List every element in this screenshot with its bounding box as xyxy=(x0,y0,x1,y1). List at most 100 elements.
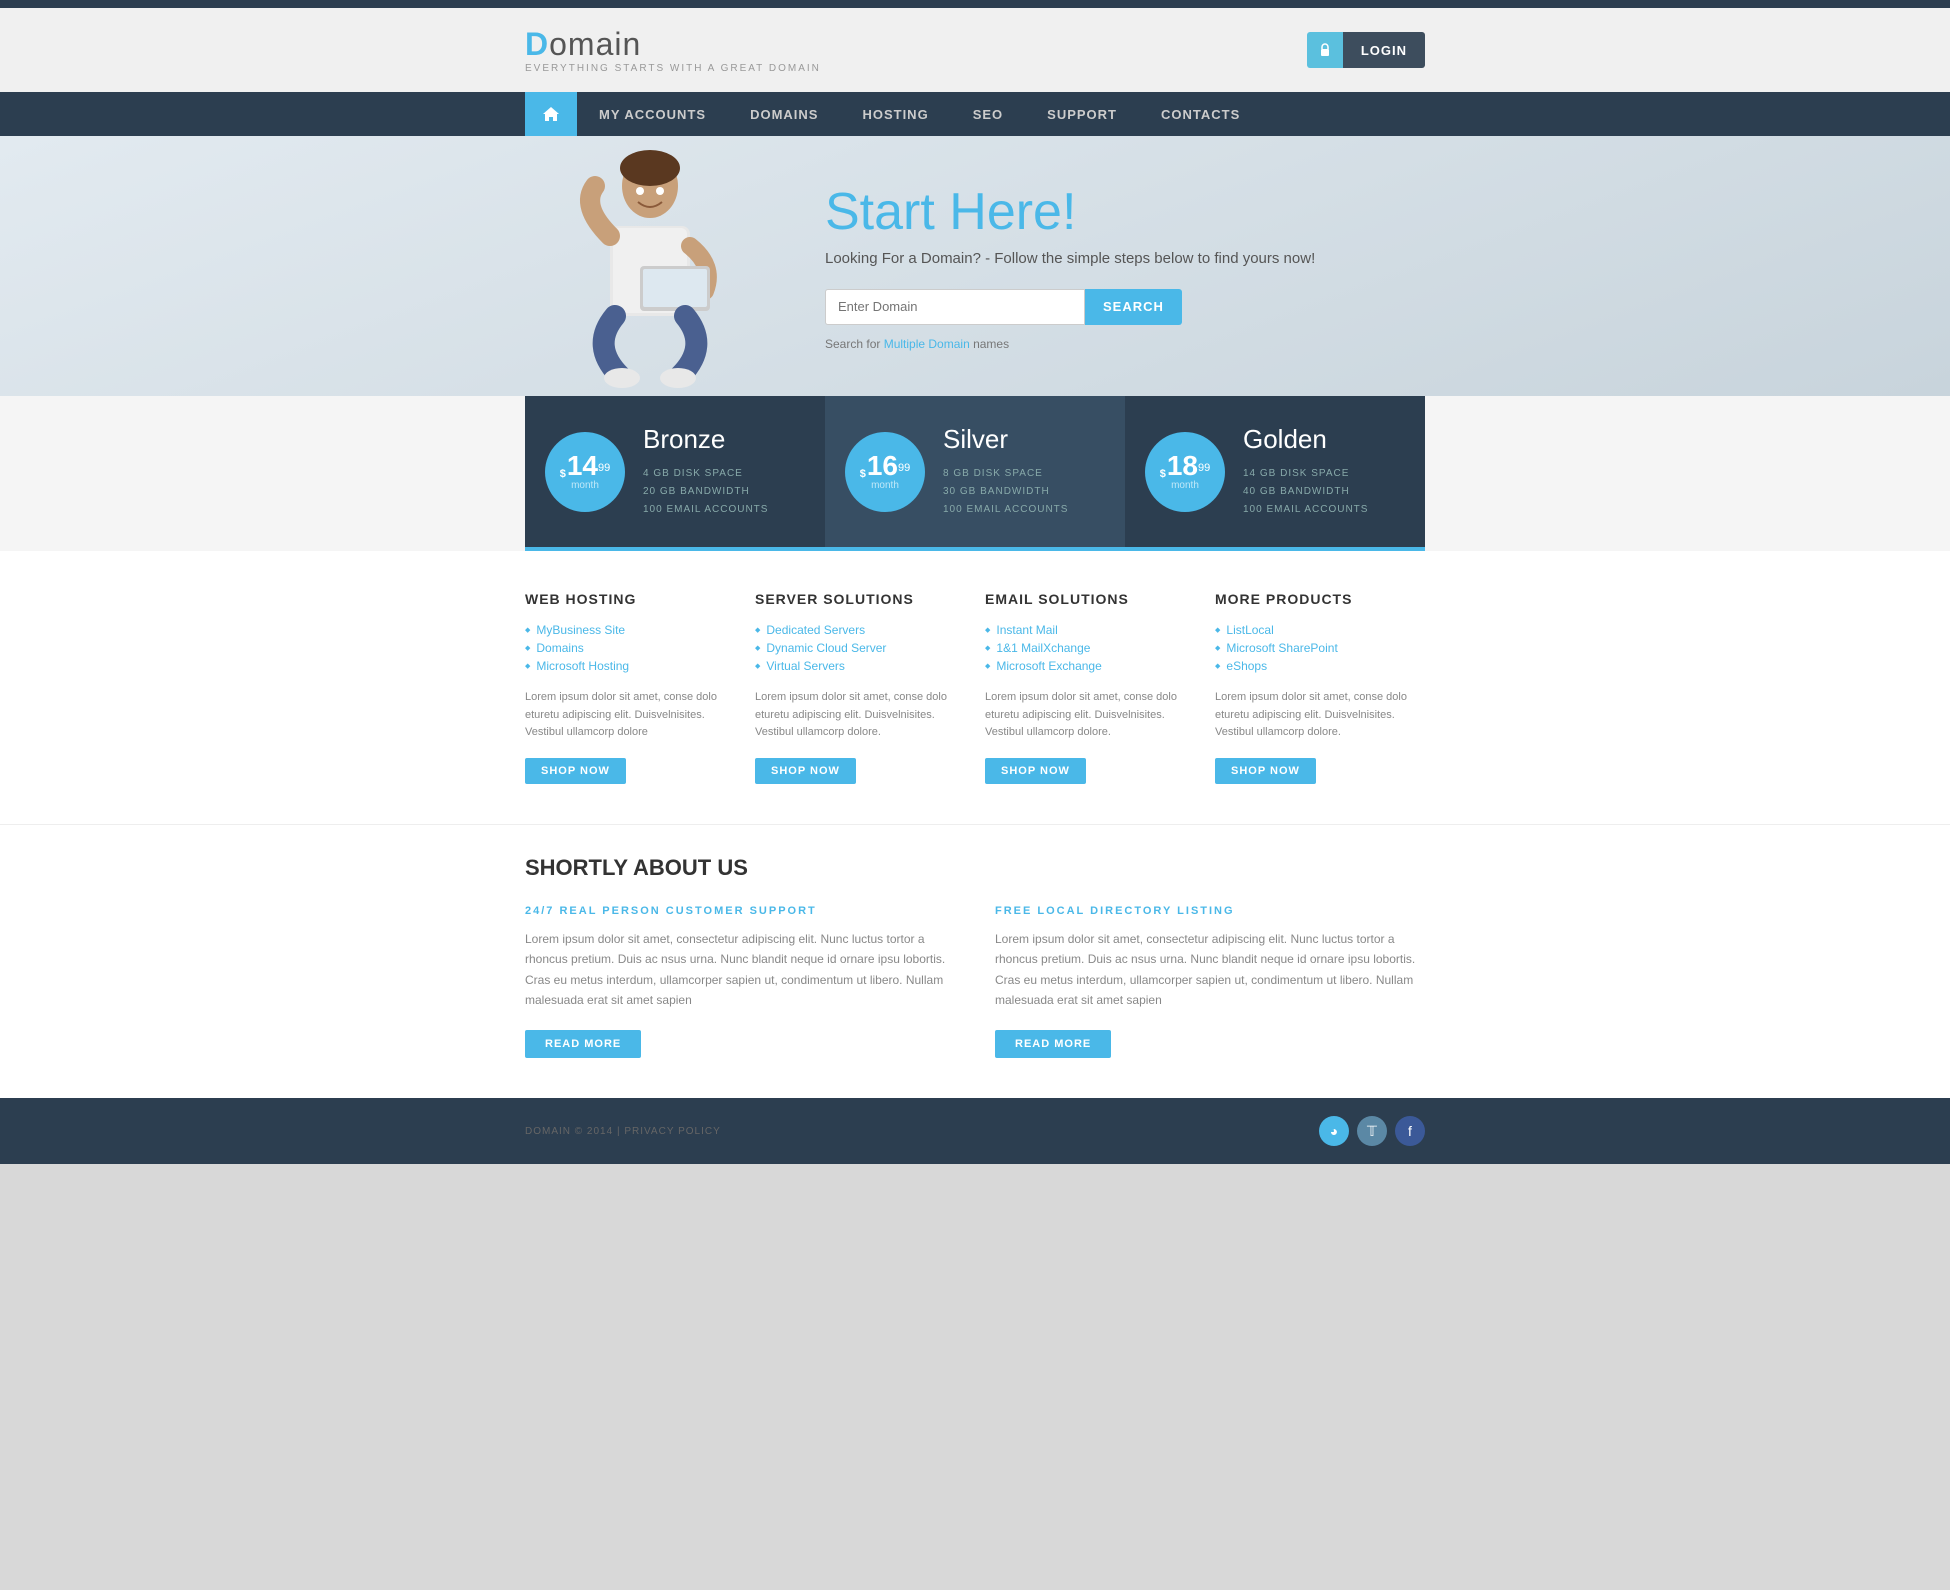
hero-title: Start Here! xyxy=(825,182,1425,242)
social-facebook-icon[interactable]: f xyxy=(1395,1116,1425,1146)
about-col-title: FREE LOCAL DIRECTORY LISTING xyxy=(995,905,1425,917)
nav-item-seo[interactable]: SEO xyxy=(951,92,1025,136)
hero-subtitle: Looking For a Domain? - Follow the simpl… xyxy=(825,250,1425,267)
price-sup: 99 xyxy=(1198,462,1210,474)
list-item: MyBusiness Site xyxy=(525,621,735,639)
about-title: SHORTLY ABOUT US xyxy=(525,855,1425,881)
product-list: MyBusiness SiteDomainsMicrosoft Hosting xyxy=(525,621,735,675)
nav-item-myaccounts[interactable]: MY ACCOUNTS xyxy=(577,92,728,136)
list-item: Dedicated Servers xyxy=(755,621,965,639)
shop-now-button[interactable]: SHOP NOW xyxy=(525,758,626,784)
price-sup: 99 xyxy=(598,462,610,474)
product-desc: Lorem ipsum dolor sit amet, conse dolo e… xyxy=(1215,689,1425,742)
header: Domain Everything Starts With A Great Do… xyxy=(0,8,1950,92)
pricing-card-silver: $ 16 99 month Silver 8 GB DISK SPACE30 G… xyxy=(825,396,1125,551)
plan-name: Silver xyxy=(943,424,1068,455)
price-circle: $ 16 99 month xyxy=(845,432,925,512)
about-col-0: 24/7 REAL PERSON CUSTOMER SUPPORT Lorem … xyxy=(525,905,955,1059)
domain-search-input[interactable] xyxy=(825,289,1085,325)
hero-person-image xyxy=(525,136,785,396)
about-col-text: Lorem ipsum dolor sit amet, consectetur … xyxy=(995,929,1425,1011)
nav: MY ACCOUNTS DOMAINS HOSTING SEO SUPPORT … xyxy=(0,92,1950,136)
price-sup: 99 xyxy=(898,462,910,474)
nav-item-hosting[interactable]: HOSTING xyxy=(840,92,950,136)
price-dollar: $ xyxy=(1160,468,1166,480)
price-month: month xyxy=(1171,480,1199,491)
logo-subtitle: Everything Starts With A Great Domain xyxy=(525,63,821,74)
list-item: Virtual Servers xyxy=(755,657,965,675)
hero-content: Start Here! Looking For a Domain? - Foll… xyxy=(785,182,1425,351)
nav-item-support[interactable]: SUPPORT xyxy=(1025,92,1139,136)
social-twitter-icon[interactable]: 𝕋 xyxy=(1357,1116,1387,1146)
price-dollar: $ xyxy=(560,468,566,480)
footer-social: ◕ 𝕋 f xyxy=(1319,1116,1425,1146)
price-amount: 18 xyxy=(1167,452,1198,480)
price-month: month xyxy=(571,480,599,491)
price-month: month xyxy=(871,480,899,491)
about-col-text: Lorem ipsum dolor sit amet, consectetur … xyxy=(525,929,955,1011)
shop-now-button[interactable]: SHOP NOW xyxy=(755,758,856,784)
top-bar xyxy=(0,0,1950,8)
pricing-info: Bronze 4 GB DISK SPACE20 GB BANDWIDTH100… xyxy=(643,424,768,519)
plan-name: Golden xyxy=(1243,424,1368,455)
logo-area: Domain Everything Starts With A Great Do… xyxy=(525,26,821,74)
login-button[interactable]: LOGIN xyxy=(1343,32,1425,68)
product-col-3: MORE PRODUCTS ListLocalMicrosoft SharePo… xyxy=(1215,591,1425,784)
list-item: Domains xyxy=(525,639,735,657)
nav-item-contacts[interactable]: CONTACTS xyxy=(1139,92,1262,136)
nav-home-button[interactable] xyxy=(525,92,577,136)
search-button[interactable]: SEARCH xyxy=(1085,289,1182,325)
pricing-section: $ 14 99 month Bronze 4 GB DISK SPACE20 G… xyxy=(0,396,1950,551)
search-row: SEARCH xyxy=(825,289,1425,325)
pricing-info: Silver 8 GB DISK SPACE30 GB BANDWIDTH100… xyxy=(943,424,1068,519)
product-col-1: SERVER SOLUTIONS Dedicated ServersDynami… xyxy=(755,591,965,784)
product-desc: Lorem ipsum dolor sit amet, conse dolo e… xyxy=(525,689,735,742)
product-title: SERVER SOLUTIONS xyxy=(755,591,965,607)
price-amount: 14 xyxy=(567,452,598,480)
product-title: EMAIL SOLUTIONS xyxy=(985,591,1195,607)
product-list: Dedicated ServersDynamic Cloud ServerVir… xyxy=(755,621,965,675)
list-item: ListLocal xyxy=(1215,621,1425,639)
plan-feature: 14 GB DISK SPACE xyxy=(1243,465,1368,483)
read-more-button[interactable]: READ MORE xyxy=(525,1030,641,1058)
plan-feature: 30 GB BANDWIDTH xyxy=(943,483,1068,501)
plan-feature: 20 GB BANDWIDTH xyxy=(643,483,768,501)
price-circle: $ 14 99 month xyxy=(545,432,625,512)
logo-title: Domain xyxy=(525,26,821,63)
social-rss-icon[interactable]: ◕ xyxy=(1319,1116,1349,1146)
shop-now-button[interactable]: SHOP NOW xyxy=(985,758,1086,784)
product-list: ListLocalMicrosoft SharePointeShops xyxy=(1215,621,1425,675)
plan-name: Bronze xyxy=(643,424,768,455)
pricing-card-bronze: $ 14 99 month Bronze 4 GB DISK SPACE20 G… xyxy=(525,396,825,551)
price-circle: $ 18 99 month xyxy=(1145,432,1225,512)
shop-now-button[interactable]: SHOP NOW xyxy=(1215,758,1316,784)
list-item: Microsoft SharePoint xyxy=(1215,639,1425,657)
search-note: Search for Multiple Domain names xyxy=(825,337,1425,351)
footer: DOMAIN © 2014 | PRIVACY POLICY ◕ 𝕋 f xyxy=(0,1098,1950,1164)
list-item: Dynamic Cloud Server xyxy=(755,639,965,657)
product-col-0: WEB HOSTING MyBusiness SiteDomainsMicros… xyxy=(525,591,735,784)
list-item: Microsoft Exchange xyxy=(985,657,1195,675)
product-desc: Lorem ipsum dolor sit amet, conse dolo e… xyxy=(755,689,965,742)
pricing-card-golden: $ 18 99 month Golden 14 GB DISK SPACE40 … xyxy=(1125,396,1425,551)
about-section: SHORTLY ABOUT US 24/7 REAL PERSON CUSTOM… xyxy=(0,824,1950,1099)
list-item: Instant Mail xyxy=(985,621,1195,639)
nav-item-domains[interactable]: DOMAINS xyxy=(728,92,840,136)
multiple-domain-link[interactable]: Multiple Domain xyxy=(884,337,970,351)
product-title: WEB HOSTING xyxy=(525,591,735,607)
plan-feature: 100 EMAIL ACCOUNTS xyxy=(943,501,1068,519)
about-col-title: 24/7 REAL PERSON CUSTOMER SUPPORT xyxy=(525,905,955,917)
plan-feature: 8 GB DISK SPACE xyxy=(943,465,1068,483)
lock-icon xyxy=(1307,32,1343,68)
plan-feature: 100 EMAIL ACCOUNTS xyxy=(643,501,768,519)
plan-feature: 4 GB DISK SPACE xyxy=(643,465,768,483)
login-area: LOGIN xyxy=(1307,32,1425,68)
read-more-button[interactable]: READ MORE xyxy=(995,1030,1111,1058)
product-title: MORE PRODUCTS xyxy=(1215,591,1425,607)
logo-d: D xyxy=(525,26,549,62)
pricing-info: Golden 14 GB DISK SPACE40 GB BANDWIDTH10… xyxy=(1243,424,1368,519)
footer-copyright: DOMAIN © 2014 | PRIVACY POLICY xyxy=(525,1126,721,1137)
plan-feature: 40 GB BANDWIDTH xyxy=(1243,483,1368,501)
price-amount: 16 xyxy=(867,452,898,480)
product-list: Instant Mail1&1 MailXchangeMicrosoft Exc… xyxy=(985,621,1195,675)
